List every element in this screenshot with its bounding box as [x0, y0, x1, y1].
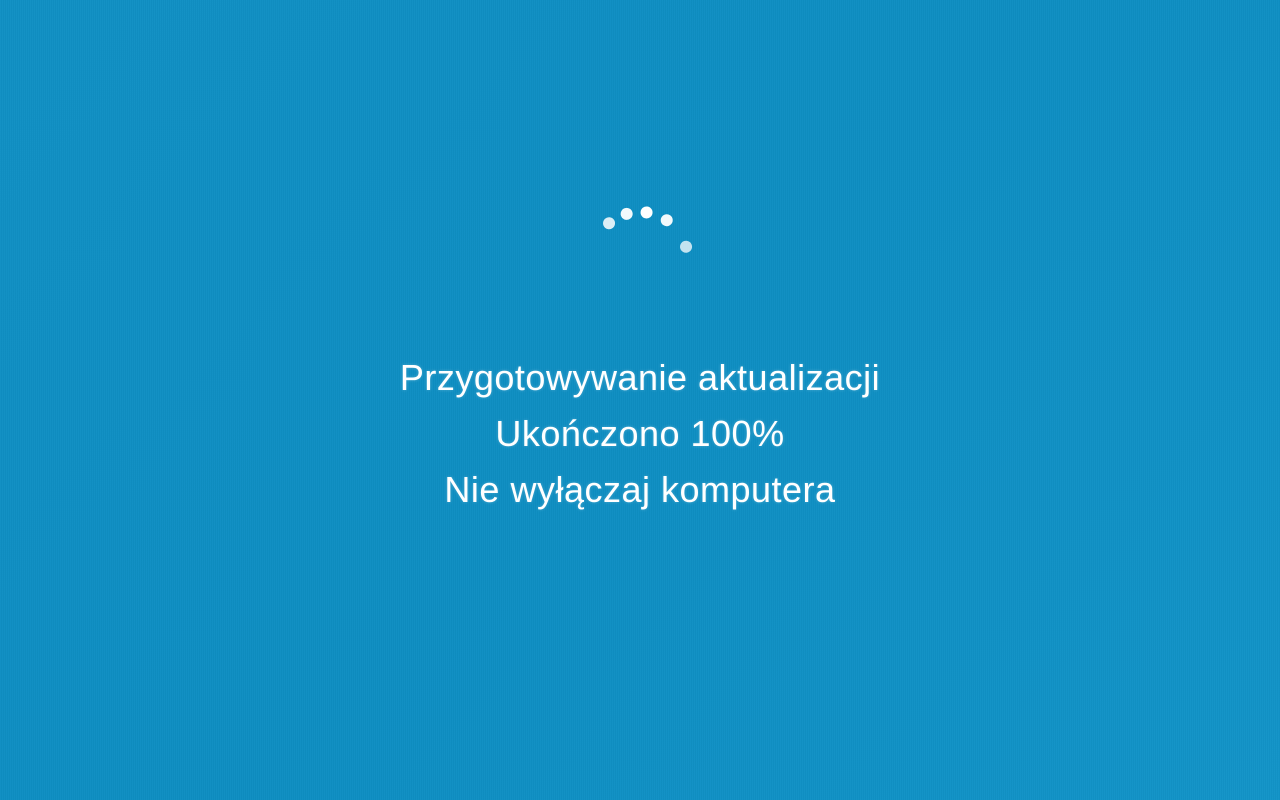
update-warning-label: Nie wyłączaj komputera — [400, 462, 880, 518]
update-status-text: Przygotowywanie aktualizacji Ukończono 1… — [400, 350, 880, 517]
update-progress-label: Ukończono 100% — [400, 406, 880, 462]
update-preparing-label: Przygotowywanie aktualizacji — [400, 350, 880, 406]
loading-spinner-icon — [580, 200, 700, 320]
update-screen: Przygotowywanie aktualizacji Ukończono 1… — [400, 200, 880, 517]
